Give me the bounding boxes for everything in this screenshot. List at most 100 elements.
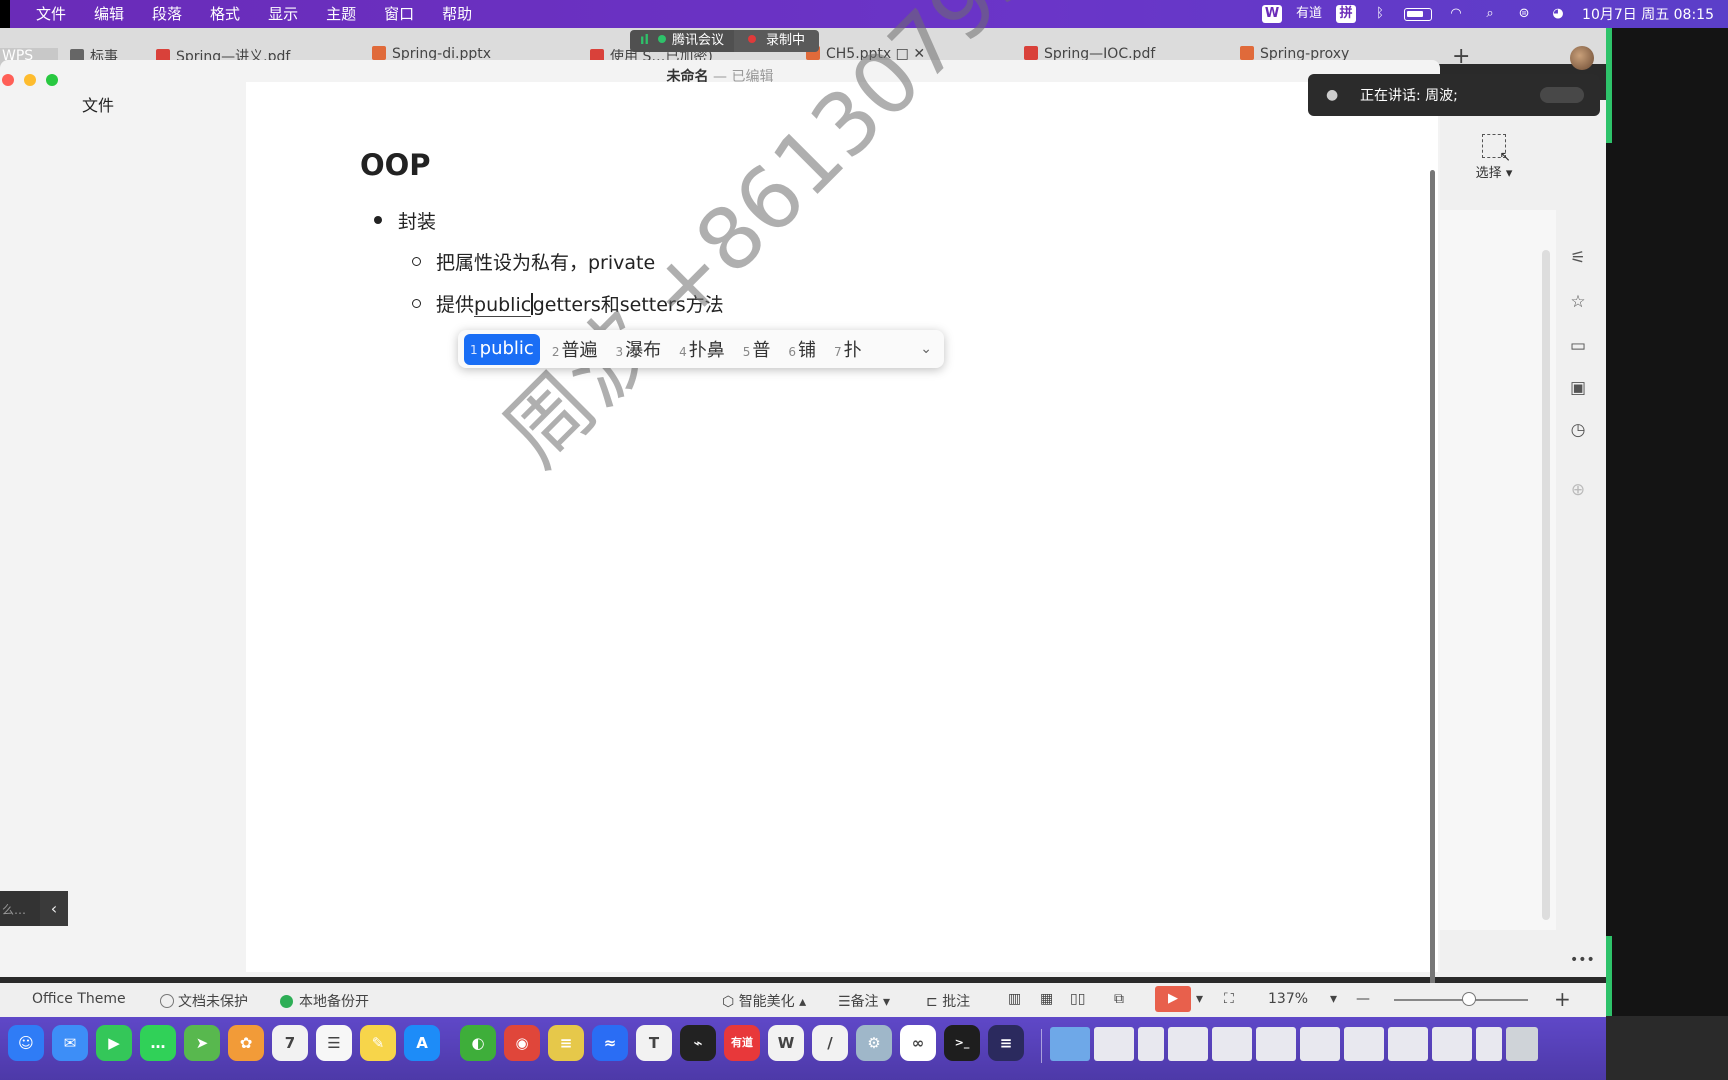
dock-maps-icon[interactable]: ➤ (184, 1025, 220, 1061)
document-protection[interactable]: 文档未保护 (160, 991, 248, 1011)
menu-item[interactable]: 帮助 (428, 0, 486, 28)
menu-item[interactable]: 格式 (196, 0, 254, 28)
floating-panel-toggle[interactable]: 么… ‹ (0, 891, 68, 926)
input-method-icon[interactable]: 拼 (1336, 5, 1357, 23)
smart-beautify-button[interactable]: ⬡ 智能美化 ▴ (722, 991, 806, 1011)
dock-window-thumb[interactable] (1476, 1027, 1502, 1061)
normal-view-icon[interactable]: ▥ (1008, 991, 1021, 1007)
dock-window-thumb[interactable] (1388, 1027, 1428, 1061)
dock-calendar-icon[interactable]: 7 (272, 1025, 308, 1061)
local-backup[interactable]: 本地备份开 (280, 991, 369, 1011)
chevron-down-icon[interactable]: ▾ (1196, 991, 1203, 1007)
theme-name[interactable]: Office Theme (32, 991, 126, 1007)
dock-typora-icon[interactable]: T (636, 1025, 672, 1061)
bluetooth-icon[interactable]: ᛒ (1370, 5, 1390, 23)
sub-bullet-item[interactable]: 把属性设为私有，private (412, 248, 655, 275)
dock-activity-icon[interactable]: ⌁ (680, 1025, 716, 1061)
apple-menu[interactable] (0, 0, 10, 28)
dock-window-thumb[interactable] (1212, 1027, 1252, 1061)
battery-icon[interactable] (1404, 7, 1433, 21)
history-icon[interactable]: ◷ (1566, 418, 1590, 442)
dock-reminders-icon[interactable]: ☰ (316, 1025, 352, 1061)
siri-icon[interactable]: ◕ (1548, 5, 1568, 23)
ime-candidate[interactable]: 6铺 (782, 336, 822, 362)
dock-messages-icon[interactable]: … (140, 1025, 176, 1061)
control-center-icon[interactable]: ⊜ (1514, 5, 1534, 23)
ime-candidate[interactable]: 1 public (464, 333, 540, 365)
menu-item[interactable]: 主题 (312, 0, 370, 28)
image-settings-icon[interactable]: ▣ (1566, 376, 1590, 400)
slides-icon[interactable]: ▭ (1566, 334, 1590, 358)
notes-button[interactable]: ☰备注 ▾ (838, 991, 890, 1011)
menu-item[interactable]: 编辑 (80, 0, 138, 28)
fit-window-icon[interactable]: ⛶ (1224, 991, 1234, 1007)
share-icon[interactable]: ⊕ (1566, 478, 1590, 502)
comments-button[interactable]: ⊏ 批注 (926, 991, 970, 1011)
file-menu-label[interactable]: 文件 (82, 92, 114, 116)
dock-youdao-icon[interactable]: 有道 (724, 1025, 760, 1061)
dock-wps-icon[interactable]: W (768, 1025, 804, 1061)
ime-candidate[interactable]: 3 瀑布 (609, 336, 667, 362)
ime-candidate[interactable]: 2 普遍 (546, 336, 604, 362)
dock-window-thumb[interactable] (1094, 1027, 1134, 1061)
heading[interactable]: OOP (360, 148, 431, 182)
dock-eclipse-icon[interactable]: ≡ (988, 1025, 1024, 1061)
more-icon[interactable]: ••• (1570, 952, 1595, 968)
youdao-status[interactable]: 有道 (1296, 5, 1322, 23)
dock-window-thumb[interactable] (1256, 1027, 1296, 1061)
dock-window-thumb[interactable] (1300, 1027, 1340, 1061)
dock-baidu-icon[interactable]: ∞ (900, 1025, 936, 1061)
dock-stickies-icon[interactable]: ≡ (548, 1025, 584, 1061)
dock-window-thumb[interactable] (1344, 1027, 1384, 1061)
dock-preview-icon[interactable]: ⚙ (856, 1025, 892, 1061)
dock-window-thumb[interactable] (1168, 1027, 1208, 1061)
search-icon[interactable]: ⌕ (1480, 5, 1500, 23)
new-tab-button[interactable]: + (1452, 44, 1470, 69)
dock-photos-icon[interactable]: ✿ (228, 1025, 264, 1061)
dock-window-thumb[interactable] (1050, 1027, 1090, 1061)
dock-pycharm-icon[interactable]: ◐ (460, 1025, 496, 1061)
dock-window-thumb[interactable] (1138, 1027, 1164, 1061)
ime-candidate[interactable]: 4 扑鼻 (673, 336, 731, 362)
dock-notes-icon[interactable]: ✎ (360, 1025, 396, 1061)
expand-candidates-icon[interactable]: ⌄ (920, 341, 938, 357)
menu-item[interactable]: 段落 (138, 0, 196, 28)
dock-terminal-icon[interactable]: >_ (944, 1025, 980, 1061)
zoom-level[interactable]: 137% (1268, 991, 1308, 1007)
meeting-indicator[interactable]: ıl 腾讯会议 录制中 (630, 30, 820, 52)
settings-sliders-icon[interactable]: ⚟ (1566, 246, 1590, 270)
task-pane-scrollbar[interactable] (1542, 250, 1550, 920)
zoom-slider-handle[interactable] (1462, 992, 1476, 1006)
trash-icon[interactable] (1506, 1027, 1538, 1061)
menu-item[interactable]: 窗口 (370, 0, 428, 28)
dock-chrome-icon[interactable]: ◉ (504, 1025, 540, 1061)
dock-facetime-icon[interactable]: ▶ (96, 1025, 132, 1061)
play-slideshow-button[interactable]: ▶ (1155, 986, 1191, 1012)
zoom-out-button[interactable]: — (1356, 991, 1370, 1007)
dock-window-thumb[interactable] (1432, 1027, 1472, 1061)
chevron-left-icon[interactable]: ‹ (40, 891, 68, 926)
document-page[interactable]: OOP 封装 把属性设为私有，private 提供publicgetters和s… (246, 82, 1438, 972)
bullet-item[interactable]: 封装 (374, 207, 436, 234)
reading-view-icon[interactable]: ▯▯ (1070, 991, 1085, 1007)
menu-item[interactable]: 文件 (22, 0, 80, 28)
chevron-down-icon[interactable]: ▾ (1330, 991, 1337, 1007)
avatar[interactable] (1570, 46, 1594, 70)
dock-appstore-icon[interactable]: A (404, 1025, 440, 1061)
grid-view-icon[interactable]: ▦ (1040, 991, 1053, 1007)
wps-status-icon[interactable]: W (1262, 5, 1283, 23)
ime-candidate[interactable]: 7扑 (828, 336, 868, 362)
wifi-icon[interactable]: ◠ (1446, 5, 1466, 23)
zoom-slider[interactable] (1394, 999, 1528, 1001)
vertical-scrollbar[interactable] (1430, 170, 1435, 990)
dock-finder-icon[interactable]: ☺ (8, 1025, 44, 1061)
clock[interactable]: 10月7日 周五 08:15 (1582, 4, 1714, 24)
zoom-in-button[interactable]: + (1554, 987, 1571, 1011)
sub-bullet-item[interactable]: 提供publicgetters和setters方法 (412, 290, 724, 317)
select-tool-button[interactable]: 选择 ▾ (1464, 134, 1524, 181)
menu-item[interactable]: 显示 (254, 0, 312, 28)
dock-pen-icon[interactable]: / (812, 1025, 848, 1061)
star-icon[interactable]: ☆ (1566, 290, 1590, 314)
dock-mail-icon[interactable]: ✉ (52, 1025, 88, 1061)
dock-lark-icon[interactable]: ≈ (592, 1025, 628, 1061)
